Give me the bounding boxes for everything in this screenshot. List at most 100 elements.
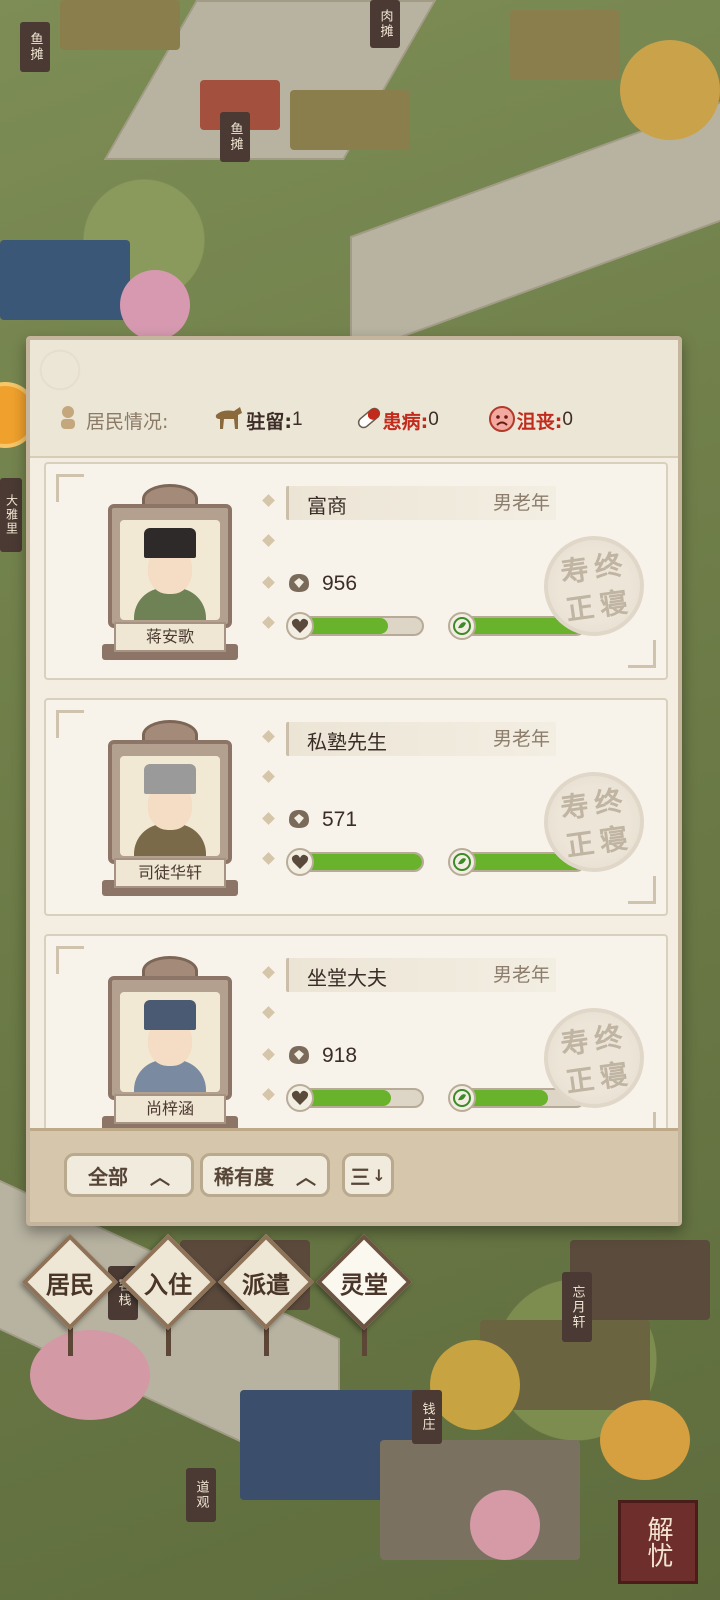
stall-roof	[510, 10, 620, 80]
bullet-dot	[262, 494, 275, 507]
sort-icon: 三	[350, 1164, 371, 1189]
ginkgo-tree	[600, 1400, 690, 1480]
chevron-up-icon: ︿	[150, 1164, 170, 1189]
resident-status-label: 居民情况:	[86, 410, 169, 433]
health-bar-fill	[302, 618, 389, 634]
nav-tab-label: 派遣	[242, 1269, 290, 1299]
nav-tab[interactable]: 入住	[119, 1233, 217, 1356]
leaf-icon	[448, 612, 476, 640]
sign-taoist-temple[interactable]: 道观	[186, 1468, 216, 1522]
stamp-char: 寿	[558, 1024, 591, 1062]
stall-roof	[60, 0, 180, 50]
game-logo: 解忧	[618, 1500, 698, 1584]
rarity-filter-label: 稀有度	[214, 1164, 274, 1189]
stamp-char: 正	[563, 826, 597, 863]
resident-wealth: 571	[322, 808, 358, 831]
portrait-hat	[144, 764, 196, 794]
filter-bar: 全部 ︿ 稀有度 ︿ 三 ↓	[30, 1128, 678, 1222]
sign-fish-stall[interactable]: 鱼摊	[20, 22, 50, 72]
person-icon	[58, 405, 78, 436]
bullet-dot	[262, 1048, 275, 1061]
bullet-dot	[262, 770, 275, 783]
stamp-char: 寝	[597, 585, 630, 623]
resident-occupation: 富商	[307, 494, 347, 518]
resident-portrait[interactable]: 尚梓涵	[98, 956, 242, 1132]
nav-tab-label: 居民	[46, 1269, 94, 1299]
stamp-char: 寝	[597, 821, 630, 859]
wealth-icon	[286, 806, 312, 830]
filter-all-label: 全部	[88, 1164, 128, 1189]
stationed-stat: 驻留: 1	[212, 405, 303, 436]
health-bar	[300, 1088, 424, 1108]
resident-occupation: 坐堂大夫	[307, 966, 387, 990]
resident-portrait[interactable]: 蒋安歌	[98, 484, 242, 660]
nav-tab-label: 灵堂	[340, 1269, 388, 1299]
bullet-dot	[262, 966, 275, 979]
health-bar	[300, 852, 424, 872]
sort-button[interactable]: 三 ↓	[342, 1153, 394, 1197]
stamp-char: 寿	[558, 788, 591, 826]
stamp-char: 寿	[558, 552, 591, 590]
sick-label: 患病:	[382, 410, 429, 433]
rarity-filter-button[interactable]: 稀有度 ︿	[200, 1153, 330, 1197]
resident-card[interactable]: 司徒华轩 私塾先生 男老年 571 寿 终 正 寝	[44, 698, 668, 916]
portrait-image	[120, 756, 220, 856]
resident-name: 蒋安歌	[114, 622, 226, 652]
sort-arrow-icon: ↓	[372, 1165, 386, 1185]
horse-icon	[212, 405, 246, 436]
stamp-char: 正	[563, 590, 597, 627]
portrait-hat	[144, 528, 196, 558]
panel-header: 居民情况: 驻留: 1 患病: 0 沮丧: 0	[30, 340, 678, 458]
resident-age-tag: 男老年	[492, 964, 550, 986]
resident-wealth: 918	[322, 1044, 358, 1067]
resident-list[interactable]: 蒋安歌 富商 男老年 956 寿 终 正 寝 司徒华轩 私塾先生 男老年 571…	[44, 462, 668, 1134]
sick-stat: 患病: 0	[355, 405, 439, 436]
sick-value: 0	[428, 409, 439, 430]
stationed-label: 驻留:	[246, 410, 293, 433]
bullet-dot	[262, 852, 275, 865]
sad-face-icon	[487, 403, 517, 438]
bullet-dot	[262, 616, 275, 629]
depressed-stat: 沮丧: 0	[487, 403, 573, 438]
leaf-icon	[448, 848, 476, 876]
sign-fish-stall[interactable]: 鱼摊	[220, 112, 250, 162]
card-corner-ornament	[628, 876, 656, 904]
portrait-image	[120, 992, 220, 1092]
portrait-image	[120, 520, 220, 620]
depressed-value: 0	[562, 409, 573, 430]
sign-money-shop[interactable]: 钱庄	[412, 1390, 442, 1444]
leaf-icon	[448, 1084, 476, 1112]
nav-tab[interactable]: 派遣	[217, 1233, 315, 1356]
bullet-dot	[262, 812, 275, 825]
card-corner-ornament	[56, 710, 84, 738]
stamp-char: 终	[592, 1020, 625, 1057]
resident-portrait[interactable]: 司徒华轩	[98, 720, 242, 896]
bullet-dot	[262, 730, 275, 743]
resident-card[interactable]: 蒋安歌 富商 男老年 956 寿 终 正 寝	[44, 462, 668, 680]
stamp-char: 寝	[597, 1057, 630, 1095]
heart-icon	[286, 1084, 314, 1112]
occupation-box: 富商 男老年	[286, 486, 556, 520]
resident-age-tag: 男老年	[492, 492, 550, 514]
sign-daya-lane[interactable]: 大雅里	[0, 478, 22, 552]
nav-tab-label: 入住	[144, 1269, 192, 1299]
resident-card[interactable]: 尚梓涵 坐堂大夫 男老年 918 寿 终 正 寝	[44, 934, 668, 1134]
stationed-value: 1	[292, 409, 303, 430]
health-bar-fill	[302, 1090, 391, 1106]
resident-occupation: 私塾先生	[307, 730, 387, 754]
stamp-char: 终	[592, 784, 625, 821]
nav-tab[interactable]: 灵堂	[315, 1233, 413, 1356]
bullet-dot	[262, 576, 275, 589]
blossom-tree	[470, 1490, 540, 1560]
pill-icon	[355, 405, 383, 436]
blossom-tree	[120, 270, 190, 340]
nav-tab[interactable]: 居民	[21, 1233, 119, 1356]
sign-meat-stall[interactable]: 肉摊	[370, 0, 400, 48]
wealth-icon	[286, 570, 312, 594]
bottom-nav: 居民 入住 派遣 灵堂	[0, 1232, 720, 1362]
resident-age-tag: 男老年	[492, 728, 550, 750]
chevron-up-icon: ︿	[296, 1164, 316, 1189]
occupation-box: 坐堂大夫 男老年	[286, 958, 556, 992]
card-corner-ornament	[628, 640, 656, 668]
filter-all-button[interactable]: 全部 ︿	[64, 1153, 194, 1197]
